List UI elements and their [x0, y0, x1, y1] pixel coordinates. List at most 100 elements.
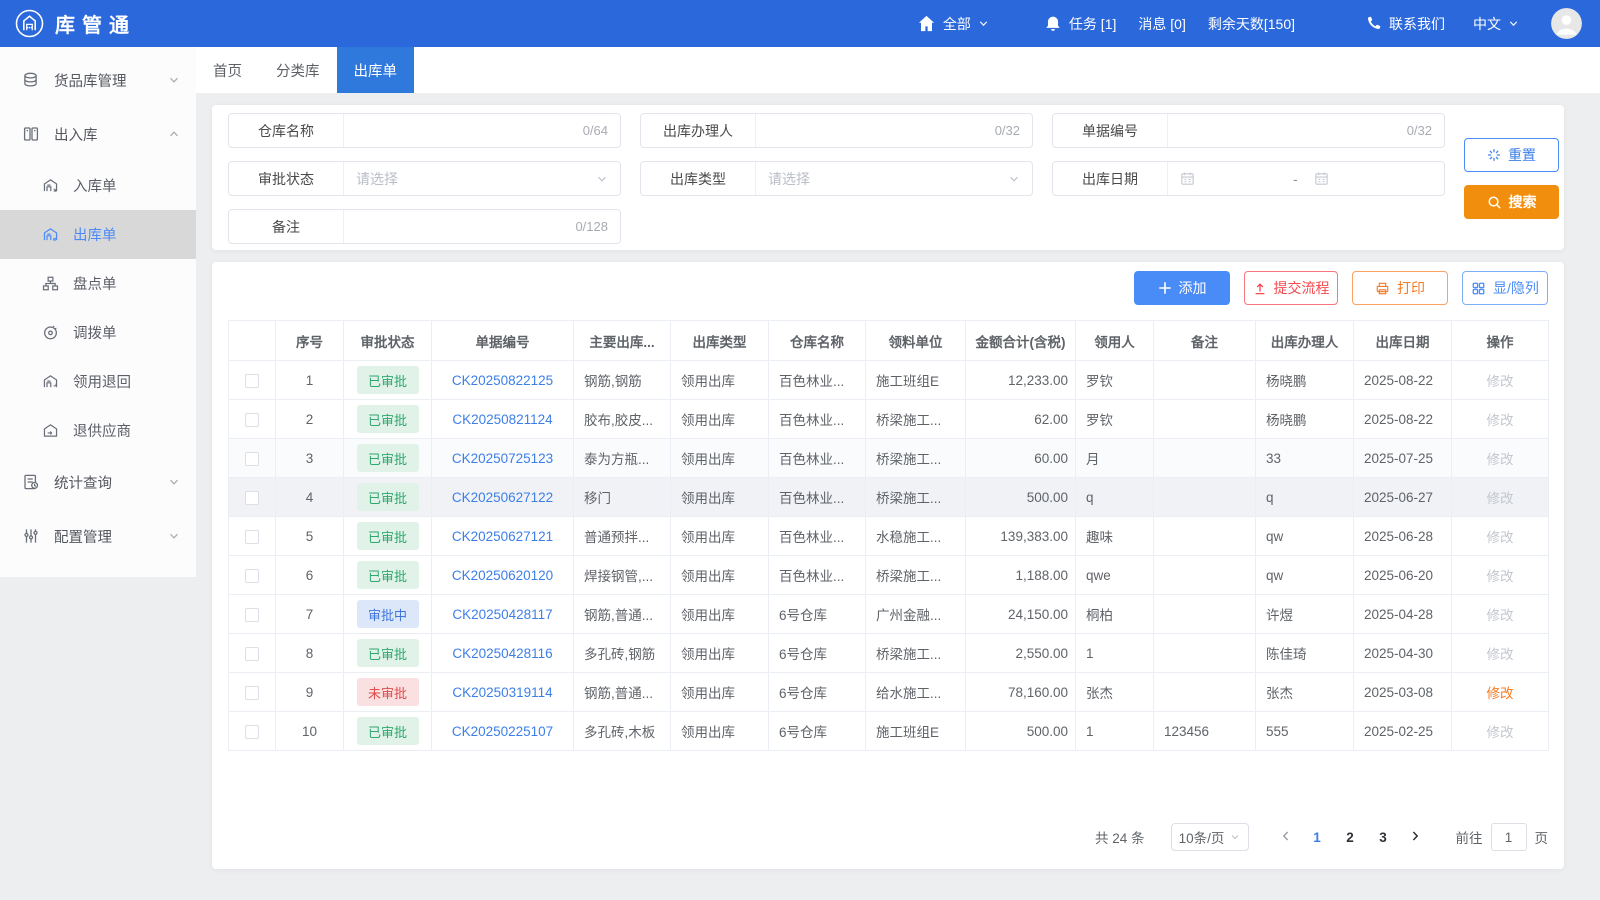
row-checkbox[interactable]: [245, 452, 259, 466]
col-header: 审批状态: [344, 321, 432, 361]
prev-page-button[interactable]: [1271, 829, 1301, 846]
messages-link[interactable]: 消息 [0]: [1138, 14, 1185, 34]
scope-selector[interactable]: 全部: [917, 14, 989, 34]
row-checkbox[interactable]: [245, 569, 259, 583]
tab-home[interactable]: 首页: [196, 47, 259, 93]
cell-type: 领用出库: [671, 712, 769, 751]
doc-number-link[interactable]: CK20250821124: [452, 412, 552, 427]
row-checkbox[interactable]: [245, 647, 259, 661]
pagination: 共 24 条 10条/页 1 2 3 前往 页: [1095, 823, 1548, 851]
row-checkbox[interactable]: [245, 608, 259, 622]
page-number-2[interactable]: 2: [1334, 830, 1367, 845]
doc-number-link[interactable]: CK20250822125: [452, 373, 553, 388]
edit-action[interactable]: 修改: [1487, 413, 1514, 428]
reset-button[interactable]: 重置: [1464, 138, 1559, 172]
row-checkbox[interactable]: [245, 530, 259, 544]
row-checkbox[interactable]: [245, 491, 259, 505]
approval-status-select[interactable]: 请选择: [344, 162, 620, 195]
tab-category-library[interactable]: 分类库: [259, 47, 337, 93]
outbound-date-range[interactable]: -: [1168, 162, 1444, 195]
cell-unit: 广州金融...: [866, 595, 966, 634]
doc-number-link[interactable]: CK20250225107: [452, 724, 553, 739]
doc-number-link[interactable]: CK20250725123: [452, 451, 553, 466]
cell-remark: [1154, 595, 1256, 634]
tab-outbound-order[interactable]: 出库单: [337, 47, 415, 93]
sidebar-item-requisition-return[interactable]: 领用退回: [0, 357, 196, 406]
doc-number-link[interactable]: CK20250627122: [452, 490, 553, 505]
cell-type: 领用出库: [671, 361, 769, 400]
submit-workflow-button[interactable]: 提交流程: [1244, 271, 1338, 305]
cell-handler: 陈佳琦: [1256, 634, 1354, 673]
cell-amount: 1,188.00: [966, 556, 1076, 595]
sidebar-item-outbound-order[interactable]: 出库单: [0, 210, 196, 259]
goto-page-input[interactable]: [1491, 823, 1527, 851]
doc-number-link[interactable]: CK20250428116: [452, 646, 552, 661]
search-button[interactable]: 搜索: [1464, 185, 1559, 219]
chevron-down-icon: [168, 530, 180, 542]
sidebar-item-inbound-order[interactable]: 入库单: [0, 161, 196, 210]
edit-action[interactable]: 修改: [1487, 530, 1514, 545]
cell-recipient: 1: [1076, 634, 1154, 673]
edit-action[interactable]: 修改: [1487, 569, 1514, 584]
sidebar-item-label: 退供应商: [73, 420, 131, 441]
doc-number-link[interactable]: CK20250428117: [452, 607, 552, 622]
cell-amount: 139,383.00: [966, 517, 1076, 556]
cell-remark: [1154, 634, 1256, 673]
table-row: 5 已审批 CK20250627121 普通预拌... 领用出库 百色林业...…: [229, 517, 1549, 556]
approval-status-label: 审批状态: [229, 162, 344, 195]
table-header-row: 序号 审批状态 单据编号 主要出库... 出库类型 仓库名称 领料单位 金额合计…: [229, 321, 1549, 361]
doc-number-link[interactable]: CK20250627121: [452, 529, 553, 544]
cell-warehouse: 百色林业...: [769, 478, 866, 517]
avatar[interactable]: [1551, 8, 1582, 39]
language-selector[interactable]: 中文: [1473, 14, 1519, 34]
edit-action[interactable]: 修改: [1487, 452, 1514, 467]
cell-seq: 5: [276, 517, 344, 556]
page-number-1[interactable]: 1: [1301, 830, 1334, 845]
outbound-type-select[interactable]: 请选择: [756, 162, 1032, 195]
sidebar-item-transfer-order[interactable]: 调拨单: [0, 308, 196, 357]
sidebar-item-return-to-supplier[interactable]: 退供应商: [0, 406, 196, 455]
chevron-down-icon: [1230, 832, 1240, 842]
edit-action[interactable]: 修改: [1487, 686, 1514, 701]
table-panel: 添加 提交流程 打印 显/隐列: [212, 262, 1564, 869]
field-outbound-type: 出库类型 请选择: [640, 161, 1033, 196]
sidebar-item-config-management[interactable]: 配置管理: [0, 509, 196, 563]
sidebar-item-stats-query[interactable]: 统计查询: [0, 455, 196, 509]
sidebar-item-label: 盘点单: [73, 273, 117, 294]
row-checkbox[interactable]: [245, 725, 259, 739]
doc-number-link[interactable]: CK20250620120: [452, 568, 553, 583]
cell-date: 2025-06-27: [1354, 478, 1452, 517]
chevron-down-icon: [1008, 173, 1020, 185]
edit-action[interactable]: 修改: [1487, 374, 1514, 389]
edit-action[interactable]: 修改: [1487, 608, 1514, 623]
tasks-link[interactable]: 任务 [1]: [1044, 14, 1116, 34]
next-page-button[interactable]: [1400, 829, 1430, 846]
doc-number-input[interactable]: [1180, 123, 1407, 139]
row-checkbox[interactable]: [245, 413, 259, 427]
add-button[interactable]: 添加: [1134, 271, 1230, 305]
row-checkbox[interactable]: [245, 686, 259, 700]
cell-remark: [1154, 673, 1256, 712]
sidebar-item-goods-management[interactable]: 货品库管理: [0, 53, 196, 107]
print-button[interactable]: 打印: [1352, 271, 1448, 305]
edit-action[interactable]: 修改: [1487, 491, 1514, 506]
outbound-type-label: 出库类型: [641, 162, 756, 195]
row-checkbox[interactable]: [245, 374, 259, 388]
table-row: 7 审批中 CK20250428117 钢筋,普通... 领用出库 6号仓库 广…: [229, 595, 1549, 634]
sidebar-item-stocktake-order[interactable]: 盘点单: [0, 259, 196, 308]
show-hide-columns-button[interactable]: 显/隐列: [1462, 271, 1548, 305]
page-size-select[interactable]: 10条/页: [1171, 823, 1249, 851]
edit-action[interactable]: 修改: [1487, 647, 1514, 662]
contact-link[interactable]: 联系我们: [1365, 14, 1445, 34]
sidebar-item-in-out-warehouse[interactable]: 出入库: [0, 107, 196, 161]
warehouse-out-icon: [42, 226, 59, 243]
warehouse-name-input[interactable]: [356, 123, 583, 139]
remark-input[interactable]: [356, 219, 575, 235]
page-number-3[interactable]: 3: [1367, 830, 1400, 845]
outbound-handler-input[interactable]: [768, 123, 995, 139]
doc-number-link[interactable]: CK20250319114: [452, 685, 552, 700]
table-row: 6 已审批 CK20250620120 焊接钢管,... 领用出库 百色林业..…: [229, 556, 1549, 595]
page-suffix-label: 页: [1535, 827, 1549, 847]
edit-action[interactable]: 修改: [1487, 725, 1514, 740]
warehouse-name-label: 仓库名称: [229, 114, 344, 147]
